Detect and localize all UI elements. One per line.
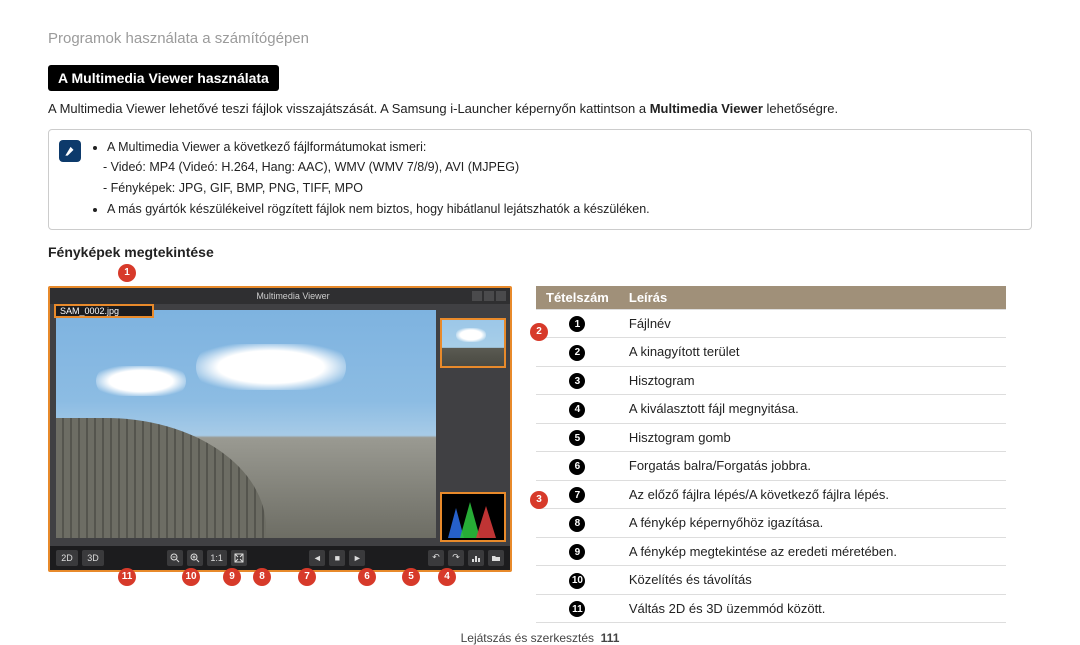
callout-marker-3: 3 — [530, 491, 548, 509]
multimedia-viewer-window: Multimedia Viewer SAM_0002.jpg — [48, 286, 512, 572]
intro-post: lehetőségre. — [763, 101, 838, 116]
row-desc: A kinagyított terület — [619, 338, 1006, 367]
callout-marker-1: 1 — [118, 264, 136, 282]
table-row: 5 Hisztogram gomb — [536, 423, 1006, 452]
page-footer: Lejátszás és szerkesztés 111 — [48, 631, 1032, 645]
table-row: 7 Az előző fájlra lépés/A következő fájlr… — [536, 480, 1006, 509]
row-num: 11 — [569, 601, 585, 617]
page-number: 111 — [601, 631, 620, 645]
viewer-titlebar: Multimedia Viewer — [50, 288, 510, 304]
histogram-panel — [440, 492, 506, 542]
info-content: A Multimedia Viewer a következő fájlform… — [91, 138, 650, 221]
row-num: 9 — [569, 544, 585, 560]
row-num: 5 — [569, 430, 585, 446]
manual-page: Programok használata a számítógépen A Mu… — [0, 0, 1080, 630]
zoom-thumbnail — [440, 318, 506, 368]
callout-marker-6: 6 — [358, 568, 376, 586]
row-desc: Közelítés és távolítás — [619, 566, 1006, 595]
close-icon[interactable] — [496, 291, 506, 301]
minimize-icon[interactable] — [472, 291, 482, 301]
fit-screen-button[interactable] — [231, 550, 247, 566]
row-num: 2 — [569, 345, 585, 361]
row-num: 3 — [569, 373, 585, 389]
viewer-toolbar: 2D 3D 1:1 — [50, 546, 510, 570]
viewer-screenshot: 1 2 3 4 5 6 7 8 9 10 11 Multimedia Viewe… — [48, 266, 512, 572]
play-button[interactable]: ■ — [329, 550, 345, 566]
callout-marker-10: 10 — [182, 568, 200, 586]
mode-3d-button[interactable]: 3D — [82, 550, 104, 566]
callout-table: Tételszám Leírás 1 Fájlnév 2 A kinagyított… — [536, 286, 1006, 624]
callout-marker-7: 7 — [298, 568, 316, 586]
zoom-out-button[interactable] — [167, 550, 183, 566]
viewer-title: Multimedia Viewer — [114, 291, 472, 301]
row-desc: A fénykép megtekintése az eredeti méreté… — [619, 537, 1006, 566]
callout-marker-5: 5 — [402, 568, 420, 586]
table-row: 2 A kinagyított terület — [536, 338, 1006, 367]
intro-bold: Multimedia Viewer — [650, 101, 763, 116]
main-row: 1 2 3 4 5 6 7 8 9 10 11 Multimedia Viewe… — [48, 266, 1032, 624]
info-box: A Multimedia Viewer a következő fájlform… — [48, 129, 1032, 230]
row-desc: Az előző fájlra lépés/A következő fájlra… — [619, 480, 1006, 509]
info-line: Videó: MP4 (Videó: H.264, Hang: AAC), WM… — [103, 158, 650, 177]
row-desc: Hisztogram gomb — [619, 423, 1006, 452]
callout-marker-4: 4 — [438, 568, 456, 586]
row-num: 10 — [569, 573, 585, 589]
maximize-icon[interactable] — [484, 291, 494, 301]
table-row: 11 Váltás 2D és 3D üzemmód között. — [536, 594, 1006, 623]
callout-marker-11: 11 — [118, 568, 136, 586]
row-num: 1 — [569, 316, 585, 332]
histogram-button[interactable] — [468, 550, 484, 566]
table-row: 8 A fénykép képernyőhöz igazítása. — [536, 509, 1006, 538]
callout-marker-2: 2 — [530, 323, 548, 341]
mode-2d-button[interactable]: 2D — [56, 550, 78, 566]
row-num: 8 — [569, 516, 585, 532]
main-photo — [56, 310, 436, 538]
zoom-in-button[interactable] — [187, 550, 203, 566]
info-line: A más gyártók készülékeivel rögzített fá… — [107, 200, 650, 219]
table-header-num: Tételszám — [536, 286, 619, 310]
callout-marker-9: 9 — [223, 568, 241, 586]
open-file-button[interactable] — [488, 550, 504, 566]
table-header-desc: Leírás — [619, 286, 1006, 310]
row-num: 6 — [569, 459, 585, 475]
row-desc: A kiválasztott fájl megnyitása. — [619, 395, 1006, 424]
prev-file-button[interactable]: ◄ — [309, 550, 325, 566]
info-line: Fényképek: JPG, GIF, BMP, PNG, TIFF, MPO — [103, 179, 650, 198]
table-row: 6 Forgatás balra/Forgatás jobbra. — [536, 452, 1006, 481]
table-row: 3 Hisztogram — [536, 366, 1006, 395]
actual-size-button[interactable]: 1:1 — [207, 550, 227, 566]
breadcrumb: Programok használata a számítógépen — [48, 30, 1032, 47]
row-desc: Hisztogram — [619, 366, 1006, 395]
viewer-body — [50, 304, 510, 546]
intro-pre: A Multimedia Viewer lehetővé teszi fájlo… — [48, 101, 650, 116]
table-row: 4 A kiválasztott fájl megnyitása. — [536, 395, 1006, 424]
row-desc: Váltás 2D és 3D üzemmód között. — [619, 594, 1006, 623]
window-controls[interactable] — [472, 291, 506, 301]
footer-text: Lejátszás és szerkesztés — [461, 631, 594, 645]
rotate-left-button[interactable]: ↶ — [428, 550, 444, 566]
table-row: 1 Fájlnév — [536, 309, 1006, 338]
filename-label: SAM_0002.jpg — [54, 304, 154, 318]
row-num: 4 — [569, 402, 585, 418]
section-header: A Multimedia Viewer használata — [48, 65, 279, 91]
row-desc: Fájlnév — [619, 309, 1006, 338]
rotate-right-button[interactable]: ↷ — [448, 550, 464, 566]
info-line: A Multimedia Viewer a következő fájlform… — [107, 138, 650, 157]
callout-marker-8: 8 — [253, 568, 271, 586]
intro-paragraph: A Multimedia Viewer lehetővé teszi fájlo… — [48, 99, 1032, 119]
row-desc: A fénykép képernyőhöz igazítása. — [619, 509, 1006, 538]
subheading: Fényképek megtekintése — [48, 244, 1032, 260]
next-file-button[interactable]: ► — [349, 550, 365, 566]
table-row: 10 Közelítés és távolítás — [536, 566, 1006, 595]
row-desc: Forgatás balra/Forgatás jobbra. — [619, 452, 1006, 481]
note-icon — [59, 140, 81, 162]
table-row: 9 A fénykép megtekintése az eredeti méret… — [536, 537, 1006, 566]
row-num: 7 — [569, 487, 585, 503]
